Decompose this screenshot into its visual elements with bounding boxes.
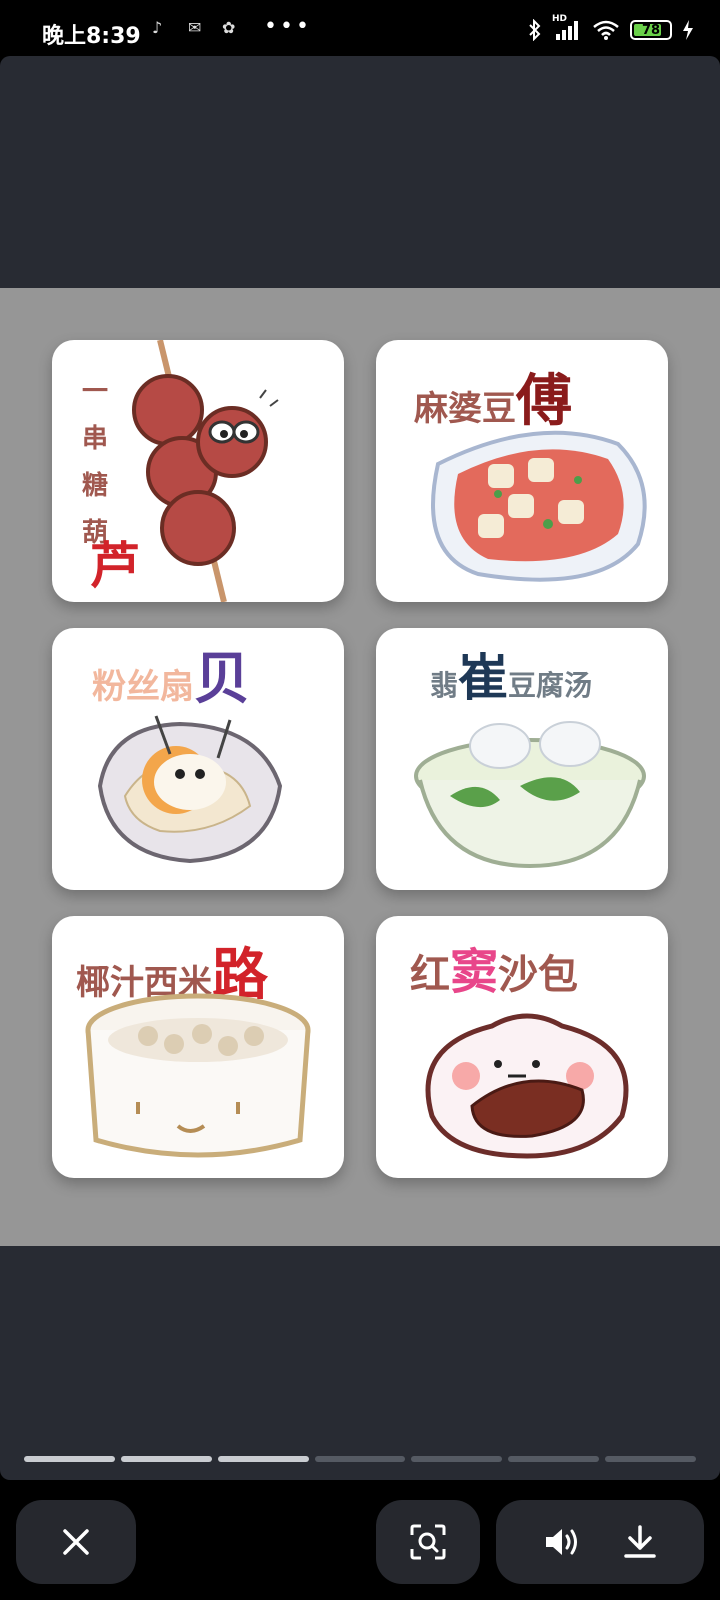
sago-icon [85,993,311,1158]
tiktok-icon: ♪ [152,18,163,37]
sticker-image[interactable]: 一串糖葫 芦 麻婆豆傅 粉丝扇贝 翡崔豆腐汤 椰汁西米路 红窦沙包 [0,288,720,1246]
volume-icon[interactable] [543,1525,581,1559]
sticker-sago[interactable]: 椰汁西米路 [52,916,344,1178]
scallop-icon [97,715,283,864]
close-icon [63,1529,89,1555]
sticker-title-tail: 沙包 [498,952,579,998]
sticker-red-bean-bun[interactable]: 红窦沙包 [376,916,668,1178]
status-bar: 晚上8:39 ♪ ✉ ✿ ••• HD 78 [0,0,720,56]
page-indicator-segment [605,1456,697,1462]
page-progress [24,1456,697,1462]
sticker-title-main: 翡 [430,669,459,702]
page-indicator-segment [314,1456,406,1462]
close-button[interactable] [16,1500,136,1584]
sticker-title-main: 红 [410,952,450,998]
page-indicator-segment [508,1456,600,1462]
wifi-icon [593,20,619,40]
battery-level: 78 [641,22,661,38]
sticker-title-accent: 贝 [194,647,250,712]
more-notifications-icon: ••• [264,14,312,39]
sticker-tofu-soup[interactable]: 翡崔豆腐汤 [376,628,668,890]
sticker-title-tail: 豆腐汤 [508,669,593,702]
download-icon[interactable] [623,1524,657,1560]
bluetooth-icon [529,19,541,41]
battery-icon: 78 [630,20,672,40]
scan-icon [410,1524,446,1560]
cellular-signal-icon: HD [552,14,582,42]
sticker-mapo-tofu[interactable]: 麻婆豆傅 [376,340,668,602]
page-indicator-segment [120,1456,212,1462]
status-time: 晚上8:39 [42,24,141,49]
tofu-soup-icon [414,721,646,869]
image-viewer[interactable]: 一串糖葫 芦 麻婆豆傅 粉丝扇贝 翡崔豆腐汤 椰汁西米路 红窦沙包 [0,56,720,1480]
sticker-candied-haws[interactable]: 一串糖葫 芦 [52,340,344,602]
charging-icon [683,20,693,40]
app-icon: ✿ [222,18,236,37]
media-controls [496,1500,704,1584]
page-indicator-segment [24,1456,115,1462]
candied-haws-icon [132,340,279,602]
sticker-title-main: 一串糖葫 [82,377,109,548]
sticker-scallop[interactable]: 粉丝扇贝 [52,628,344,890]
sticker-title-accent: 窦 [450,944,499,1000]
page-indicator-segment [217,1456,309,1462]
status-right: HD 78 [528,14,694,42]
mapo-tofu-icon [431,430,647,582]
sticker-title-main: 麻婆豆 [414,389,516,429]
page-indicator-segment [411,1456,503,1462]
sticker-title-main: 粉丝扇 [92,667,194,707]
scan-button[interactable] [376,1500,480,1584]
red-bean-bun-icon [425,1013,629,1159]
bottom-toolbar [0,1480,720,1600]
mail-icon: ✉ [188,18,202,37]
sticker-title-accent: 崔 [458,649,509,707]
